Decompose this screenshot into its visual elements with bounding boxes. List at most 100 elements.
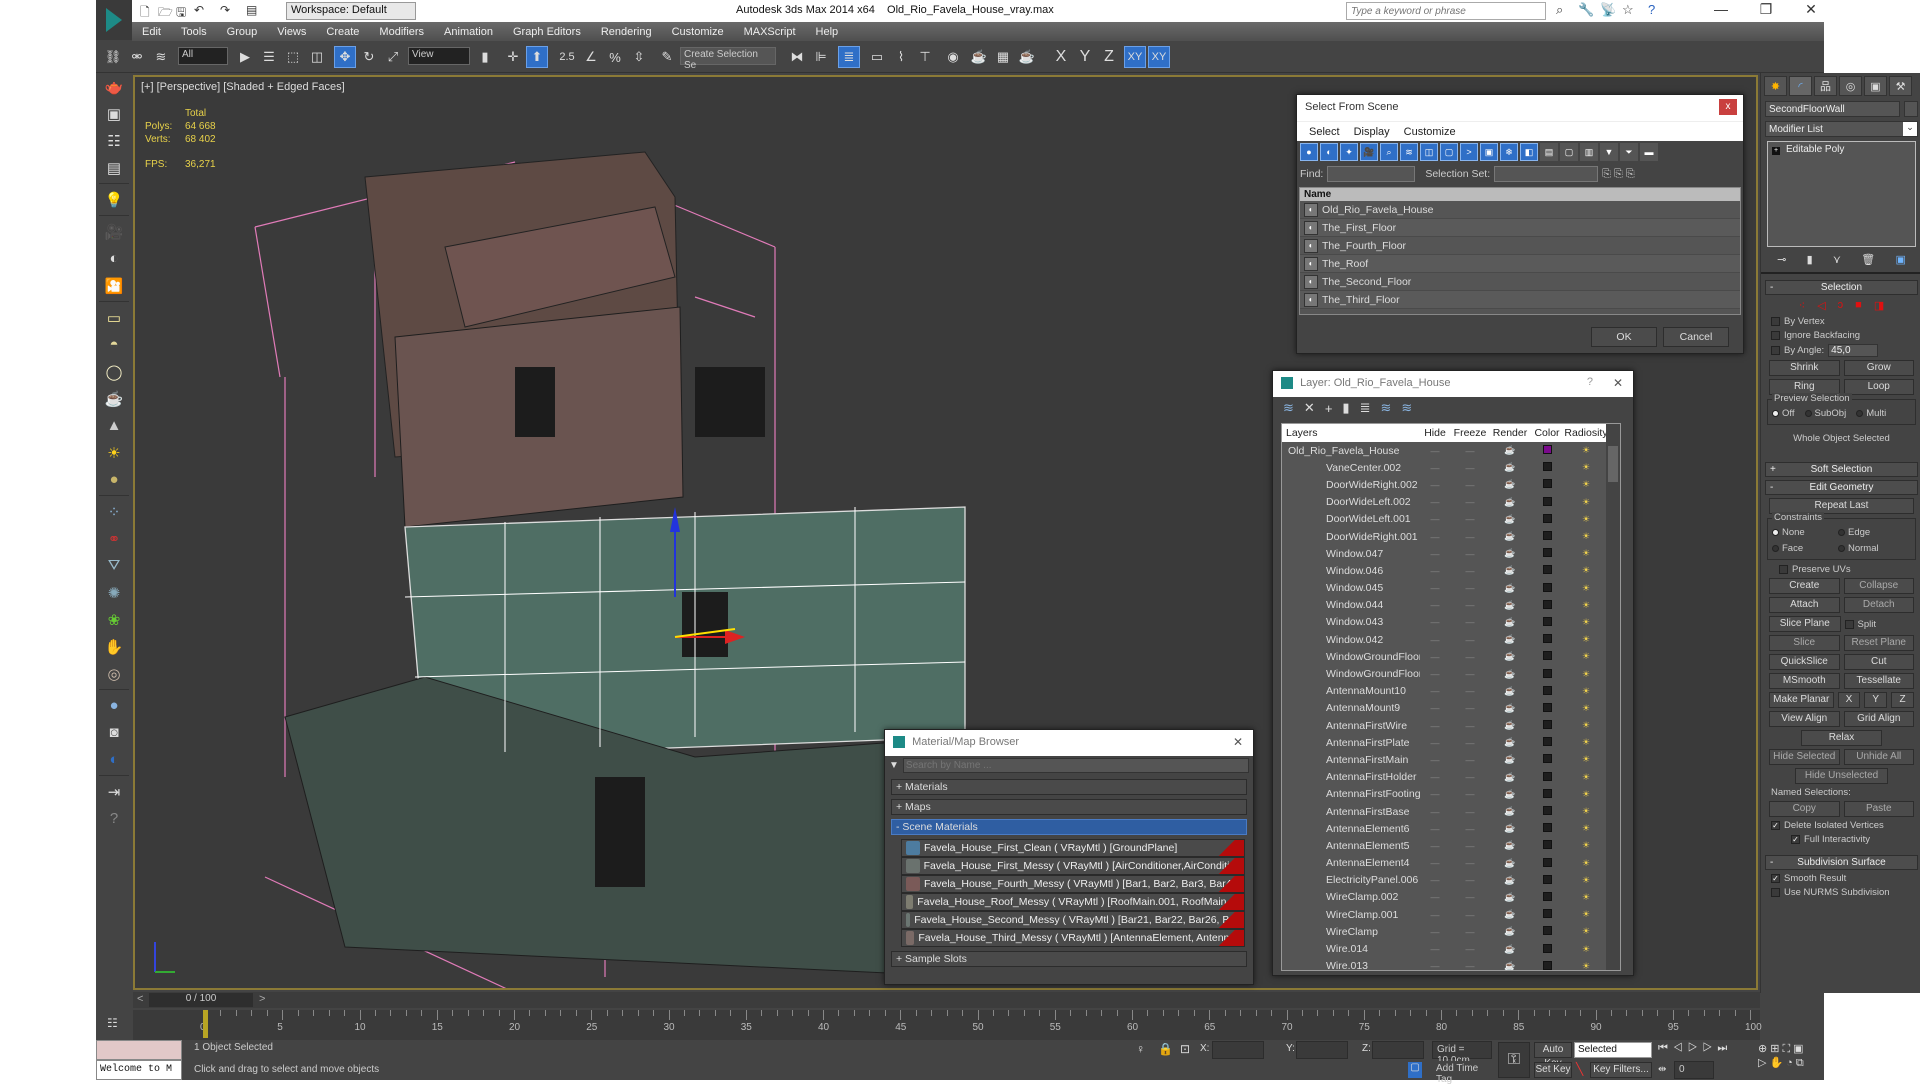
hide-toggle[interactable]: — (1420, 944, 1450, 954)
select-and-scale-icon[interactable]: ⤢ (382, 46, 404, 68)
app-logo-button[interactable] (96, 0, 132, 40)
color-swatch[interactable] (1530, 874, 1564, 886)
radiosity-icon[interactable]: ☀ (1564, 806, 1608, 817)
delete-layer-icon[interactable]: ✕ (1304, 400, 1315, 416)
highlight-layer-icon[interactable]: ≣ (1360, 400, 1371, 416)
hide-toggle[interactable]: — (1420, 927, 1450, 937)
vertex-level-icon[interactable]: ⁖ (1799, 299, 1805, 312)
render-teapot-icon[interactable]: ☕ (1490, 651, 1530, 662)
border-level-icon[interactable]: ↄ (1838, 299, 1844, 312)
planar-x-button[interactable]: X (1837, 692, 1861, 708)
undo-icon[interactable]: ↶ (194, 3, 204, 17)
layer-object-row[interactable]: DoorWideRight.001— — ☕ ☀ (1282, 528, 1620, 545)
view-align-button[interactable]: View Align (1769, 711, 1840, 727)
displacement-icon[interactable]: ✺ (96, 579, 132, 606)
radiosity-icon[interactable]: ☀ (1564, 497, 1608, 508)
field-of-view-icon[interactable]: ▷ (1758, 1057, 1769, 1069)
filter-icon[interactable]: ▼ (1600, 143, 1618, 161)
layer-object-row[interactable]: Wire.013— — ☕ ☀ (1282, 958, 1620, 970)
layer-object-row[interactable]: AntennaFirstPlate — — ☕ ☀ (1282, 734, 1620, 751)
constraint-edge-radio[interactable]: Edge (1838, 527, 1870, 538)
object-list-item[interactable]: ◐ Old_Rio_Favela_House (1300, 201, 1740, 219)
display-groups-icon[interactable]: ◫ (1420, 143, 1438, 161)
render-teapot-icon[interactable]: ☕ (1490, 926, 1530, 937)
curve-editor-icon[interactable]: ⌇ (890, 46, 912, 68)
color-swatch[interactable] (1530, 754, 1564, 765)
constraint-none-radio[interactable]: None (1772, 527, 1828, 538)
radiosity-icon[interactable]: ☀ (1564, 565, 1608, 576)
zoom-extents-icon[interactable]: ⛶ (1782, 1043, 1793, 1055)
save-icon[interactable]: 🖫 (176, 3, 186, 24)
freeze-toggle[interactable]: — (1450, 686, 1490, 696)
layer-object-row[interactable]: DoorWideLeft.002— — ☕ ☀ (1282, 494, 1620, 511)
find-input[interactable] (1327, 166, 1416, 182)
selection-set-dropdown[interactable] (1494, 166, 1599, 182)
preserve-uvs-checkbox[interactable]: Preserve UVs (1779, 564, 1912, 575)
hide-toggle[interactable]: — (1420, 721, 1450, 731)
reference-coordinate-dropdown[interactable]: View (408, 47, 470, 65)
selection-filter-dropdown[interactable]: All (178, 47, 228, 65)
menu-select[interactable]: Select (1309, 126, 1340, 138)
color-swatch[interactable] (1530, 531, 1564, 542)
zoom-extents-all-icon[interactable]: ▣ (1793, 1043, 1806, 1055)
hide-toggle[interactable]: — (1420, 497, 1450, 507)
hide-toggle[interactable]: — (1420, 807, 1450, 817)
freeze-toggle[interactable]: — (1450, 910, 1490, 920)
add-time-tag[interactable]: Add Time Tag (1432, 1061, 1492, 1085)
freeze-toggle[interactable]: — (1450, 789, 1490, 799)
display-geometry-icon[interactable]: ● (1300, 143, 1318, 161)
render-teapot-icon[interactable]: ☕ (1490, 737, 1530, 748)
remove-modifier-icon[interactable]: 🗑 (1861, 253, 1875, 266)
modifier-list-dropdown[interactable]: Modifier List ⌄ (1765, 121, 1918, 137)
msmooth-button[interactable]: MSmooth (1769, 673, 1840, 689)
color-swatch[interactable] (1530, 806, 1564, 817)
menu-help[interactable]: Help (806, 26, 849, 38)
radiosity-icon[interactable]: ☀ (1564, 944, 1608, 955)
render-teapot-icon[interactable]: ☕ (1490, 497, 1530, 508)
key-mode-toggle-icon[interactable]: ⇹ (1658, 1064, 1666, 1075)
color-swatch[interactable] (1530, 702, 1564, 714)
dialog-close-button[interactable]: ✕ (1229, 734, 1247, 750)
hide-toggle[interactable]: — (1420, 446, 1450, 456)
export-icon[interactable]: ⇥ (96, 778, 132, 805)
close-button[interactable]: ✕ (1796, 1, 1826, 18)
render-teapot-icon[interactable]: ☕ (1490, 892, 1530, 903)
hide-toggle[interactable]: — (1420, 910, 1450, 920)
render-teapot-icon[interactable]: ☕ (1490, 445, 1530, 456)
radiosity-icon[interactable]: ☀ (1564, 926, 1608, 937)
freeze-toggle[interactable]: — (1450, 583, 1490, 593)
radiosity-icon[interactable]: ☀ (1564, 840, 1608, 851)
camera-red-icon[interactable]: 🎦 (96, 272, 132, 299)
render-teapot-icon[interactable]: ☕ (1490, 754, 1530, 765)
col-hide[interactable]: Hide (1420, 427, 1450, 439)
x-coordinate-field[interactable] (1212, 1041, 1264, 1059)
layer-object-row[interactable]: DoorWideLeft.001— — ☕ ☀ (1282, 511, 1620, 528)
freeze-toggle[interactable]: — (1450, 807, 1490, 817)
color-swatch[interactable] (1530, 909, 1564, 920)
tessellate-button[interactable]: Tessellate (1843, 673, 1914, 689)
layer-object-row[interactable]: WindowGroundFloor — — ☕ ☀ (1282, 665, 1620, 682)
grid-panel-icon[interactable]: ▤ (96, 154, 132, 181)
dome-light-icon[interactable]: ◓ (96, 331, 132, 358)
hide-unselected-button[interactable]: Hide Unselected (1795, 768, 1888, 784)
maxscript-listener-pink[interactable] (96, 1040, 182, 1060)
search-by-name-input[interactable] (902, 758, 1249, 773)
col-render[interactable]: Render (1490, 427, 1530, 439)
select-manipulate-icon[interactable]: ✛ (502, 46, 524, 68)
menu-graph-editors[interactable]: Graph Editors (503, 26, 591, 38)
radiosity-icon[interactable]: ☀ (1564, 858, 1608, 869)
grid-align-button[interactable]: Grid Align (1843, 711, 1914, 727)
shrink-button[interactable]: Shrink (1769, 360, 1840, 376)
angle-spinner[interactable]: 45,0 (1828, 344, 1879, 357)
planar-z-button[interactable]: Z (1891, 692, 1914, 708)
menu-maxscript[interactable]: MAXScript (734, 26, 806, 38)
object-list-item[interactable]: ◐ The_Second_Floor (1300, 273, 1740, 291)
freeze-toggle[interactable]: — (1450, 858, 1490, 868)
show-end-result-icon[interactable]: ▮ (1807, 253, 1813, 266)
render-teapot-icon[interactable]: ☕ (1490, 806, 1530, 817)
freeze-toggle[interactable]: — (1450, 652, 1490, 662)
hide-toggle[interactable]: — (1420, 583, 1450, 593)
radiosity-icon[interactable]: ☀ (1564, 548, 1608, 559)
layer-object-row[interactable]: AntennaFirstMain — — ☕ ☀ (1282, 751, 1620, 768)
detach-button[interactable]: Detach (1843, 597, 1914, 613)
